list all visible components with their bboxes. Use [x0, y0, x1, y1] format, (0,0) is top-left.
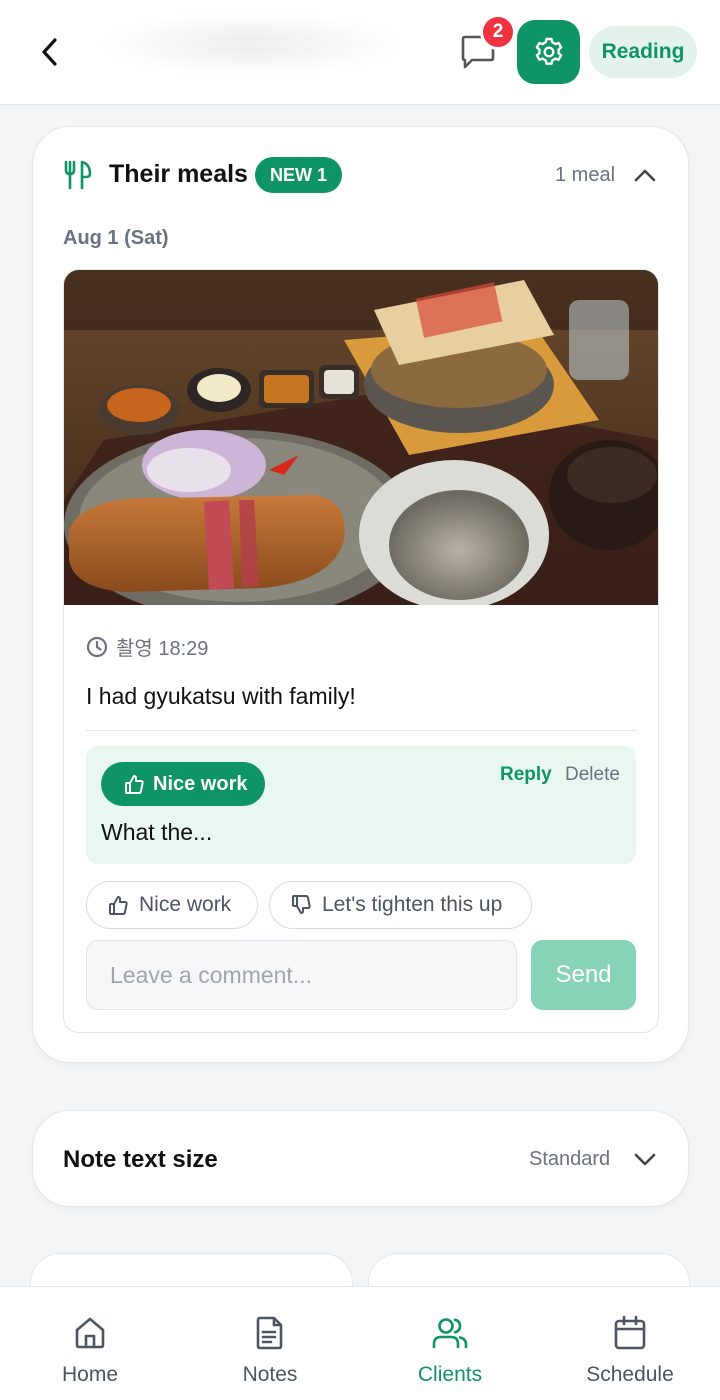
home-icon — [75, 1317, 105, 1349]
divider — [86, 730, 636, 731]
note-text-size-title: Note text size — [63, 1146, 218, 1173]
meal-entry: 촬영 18:29 I had gyukatsu with family! Nic… — [63, 269, 659, 1033]
calendar-icon — [614, 1315, 646, 1350]
expand-button[interactable] — [631, 1148, 659, 1172]
thumbs-up-icon — [109, 896, 128, 915]
feedback-chip-label: Nice work — [153, 772, 248, 795]
photo-time: 촬영 18:29 — [86, 632, 208, 661]
fork-knife-icon — [64, 160, 92, 190]
chevron-down-icon — [634, 1153, 656, 1166]
tighten-up-label: Let's tighten this up — [322, 893, 503, 916]
nav-notes[interactable]: Notes — [180, 1287, 360, 1400]
feedback-comment: What the... — [101, 819, 213, 845]
meal-count: 1 meal — [555, 164, 616, 186]
nav-clients-label: Clients — [417, 1363, 483, 1386]
collapse-button[interactable] — [631, 163, 659, 187]
reading-mode-button[interactable]: Reading — [589, 26, 697, 78]
new-badge: NEW 1 — [255, 157, 343, 193]
comment-input[interactable] — [86, 940, 517, 1010]
delete-link[interactable]: Delete — [565, 764, 620, 786]
feedback-chip: Nice work — [101, 762, 266, 806]
notification-badge: 2 — [480, 14, 516, 50]
clock-icon — [86, 636, 108, 657]
nice-work-button[interactable]: Nice work — [86, 881, 258, 929]
photo-time-text: 촬영 18:29 — [116, 638, 209, 660]
bottom-navigation: Home Notes Clients Schedule — [0, 1286, 720, 1400]
users-icon — [432, 1318, 468, 1349]
blurred-client-name — [100, 14, 400, 74]
chevron-left-icon — [42, 38, 57, 66]
nav-notes-label: Notes — [242, 1363, 298, 1386]
send-button[interactable]: Send — [531, 940, 636, 1010]
meals-title: Their meals — [109, 160, 248, 188]
reply-link[interactable]: Reply — [500, 764, 552, 786]
back-button[interactable] — [28, 30, 72, 74]
top-bar: 2 Reading — [0, 0, 720, 105]
nice-work-label: Nice work — [139, 893, 232, 916]
document-icon — [256, 1316, 283, 1350]
meal-description: I had gyukatsu with family! — [86, 683, 356, 709]
chevron-up-icon — [634, 169, 656, 182]
meal-photo[interactable] — [64, 270, 659, 605]
gear-icon — [535, 37, 562, 65]
nav-home[interactable]: Home — [0, 1287, 180, 1400]
tighten-up-button[interactable]: Let's tighten this up — [269, 881, 532, 929]
thumbs-up-icon — [125, 775, 144, 794]
nav-schedule-label: Schedule — [586, 1363, 674, 1386]
nav-home-label: Home — [61, 1363, 119, 1386]
thumbs-down-icon — [292, 895, 311, 914]
coach-feedback: Nice work Reply Delete What the... — [86, 746, 636, 864]
note-text-size-value: Standard — [529, 1148, 611, 1170]
nav-schedule[interactable]: Schedule — [540, 1287, 720, 1400]
meals-card: Their meals NEW 1 1 meal Aug 1 (Sat) 촬영 … — [32, 126, 689, 1063]
settings-button[interactable] — [517, 20, 580, 84]
nav-clients[interactable]: Clients — [360, 1287, 540, 1400]
meal-date: Aug 1 (Sat) — [63, 227, 169, 249]
note-text-size-row[interactable]: Note text size Standard — [32, 1110, 689, 1207]
